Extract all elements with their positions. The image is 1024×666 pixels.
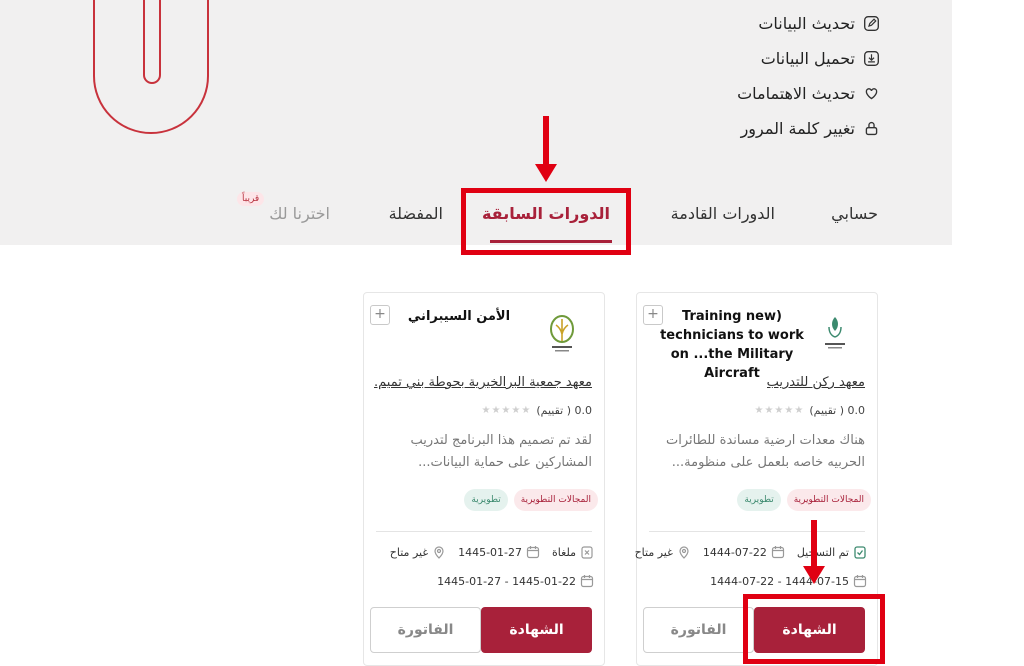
course-date-range: 1444-07-15 - 1444-07-22 [710,574,867,588]
registration-status: تم التسجيل [797,545,867,559]
annotation-arrow-tab-head [535,164,557,182]
date-text: 1444-07-22 [702,545,767,559]
card-divider [649,531,865,532]
tag-type: تطويرية [737,489,781,511]
lock-icon [865,121,878,136]
calendar-icon [853,575,867,588]
avatar-placeholder-inner [143,0,161,84]
course-location: غير متاح [635,545,691,559]
card-meta-row: ملغاة 1445-01-27 غير متاح [390,545,594,559]
date-text: 1445-01-27 [458,545,523,559]
location-pin-icon [679,546,689,559]
course-date: 1445-01-27 [458,545,540,559]
course-date-range: 1445-01-22 - 1445-01-27 [437,574,594,588]
certificate-button[interactable]: الشهادة [481,607,592,653]
profile-menu: تحديث البيانات تحميل البيانات تحديث الاه… [620,6,880,146]
change-password-link[interactable]: تغيير كلمة المرور [620,111,880,146]
availability-text: غير متاح [389,545,429,559]
star-rating-icon: ★★★★★ [754,405,805,416]
coming-soon-badge: قريباً [237,192,265,206]
annotation-arrow-cert-shaft [811,520,817,568]
course-location: غير متاح [390,545,446,559]
highlight-box-tab [461,188,631,255]
edit-icon [864,16,879,31]
download-data-link[interactable]: تحميل البيانات [620,41,880,76]
rating-text: 0.0 ( تقييم) [809,404,865,417]
course-title[interactable]: Training new) technicians to work on ...… [657,307,807,383]
annotation-arrow-tab-shaft [543,116,549,168]
calendar-icon [526,546,540,559]
download-data-label: تحميل البيانات [760,49,855,68]
course-tags: المجالات التطويرية تطويرية [737,489,871,511]
annotation-arrow-cert-head [803,566,825,584]
update-interests-link[interactable]: تحديث الاهتمامات [620,76,880,111]
tab-favorites[interactable]: المفضلة [389,204,443,223]
course-rating: 0.0 ( تقييم) ★★★★★ [482,404,593,417]
star-rating-icon: ★★★★★ [481,405,532,416]
provider-link[interactable]: معهد ركن للتدريب [767,375,865,390]
course-description: لقد تم تصميم هذا البرنامج لتدريب المشارك… [410,433,592,470]
status-text: تم التسجيل [796,545,849,559]
tab-my-account[interactable]: حسابي [831,204,878,223]
update-data-link[interactable]: تحديث البيانات [620,6,880,41]
change-password-label: تغيير كلمة المرور [740,119,855,138]
location-pin-icon [434,546,444,559]
heart-icon [865,88,878,100]
invoice-button[interactable]: الفاتورة [643,607,754,653]
calendar-icon [580,575,594,588]
tag-type: تطويرية [464,489,508,511]
rating-text: 0.0 ( تقييم) [536,404,592,417]
provider-logo [550,315,574,352]
course-date: 1444-07-22 [703,545,785,559]
clipboard-check-icon [854,546,866,559]
course-tags: المجالات التطويرية تطويرية [464,489,598,511]
update-data-label: تحديث البيانات [758,14,855,33]
bookmark-add-icon[interactable]: + [643,305,663,325]
tag-field: المجالات التطويرية [786,489,871,511]
card-date-range-row: 1444-07-15 - 1444-07-22 [710,574,867,588]
tab-picked-for-you: اخترنا لك [269,204,330,223]
tab-upcoming-courses[interactable]: الدورات القادمة [671,204,775,223]
highlight-box-certificate [743,594,885,664]
card-divider [376,531,592,532]
provider-link[interactable]: معهد جمعية البرالخيرية بحوطة بني تميم... [374,375,592,390]
tag-field: المجالات التطويرية [513,489,598,511]
course-title[interactable]: الأمن السيبراني [384,307,534,326]
course-card: الأمن السيبراني + معهد جمعية البرالخيرية… [363,292,605,666]
availability-text: غير متاح [634,545,673,559]
card-meta-row: تم التسجيل 1444-07-22 غير متاح [635,545,867,559]
course-description: هناك معدات ارضية مساندة للطائرات الحربيه… [665,433,865,470]
registration-status: ملغاة [552,545,594,559]
course-rating: 0.0 ( تقييم) ★★★★★ [755,404,866,417]
date-range-text: 1444-07-15 - 1444-07-22 [710,574,849,588]
card-date-range-row: 1445-01-22 - 1445-01-27 [437,574,594,588]
date-range-text: 1445-01-22 - 1445-01-27 [437,574,576,588]
provider-logo [825,317,845,349]
update-interests-label: تحديث الاهتمامات [737,84,855,103]
bookmark-add-icon[interactable]: + [370,305,390,325]
cancelled-clipboard-icon [581,546,593,559]
status-text: ملغاة [552,545,576,559]
download-icon [864,51,879,66]
calendar-icon [771,546,784,559]
invoice-button[interactable]: الفاتورة [370,607,481,653]
